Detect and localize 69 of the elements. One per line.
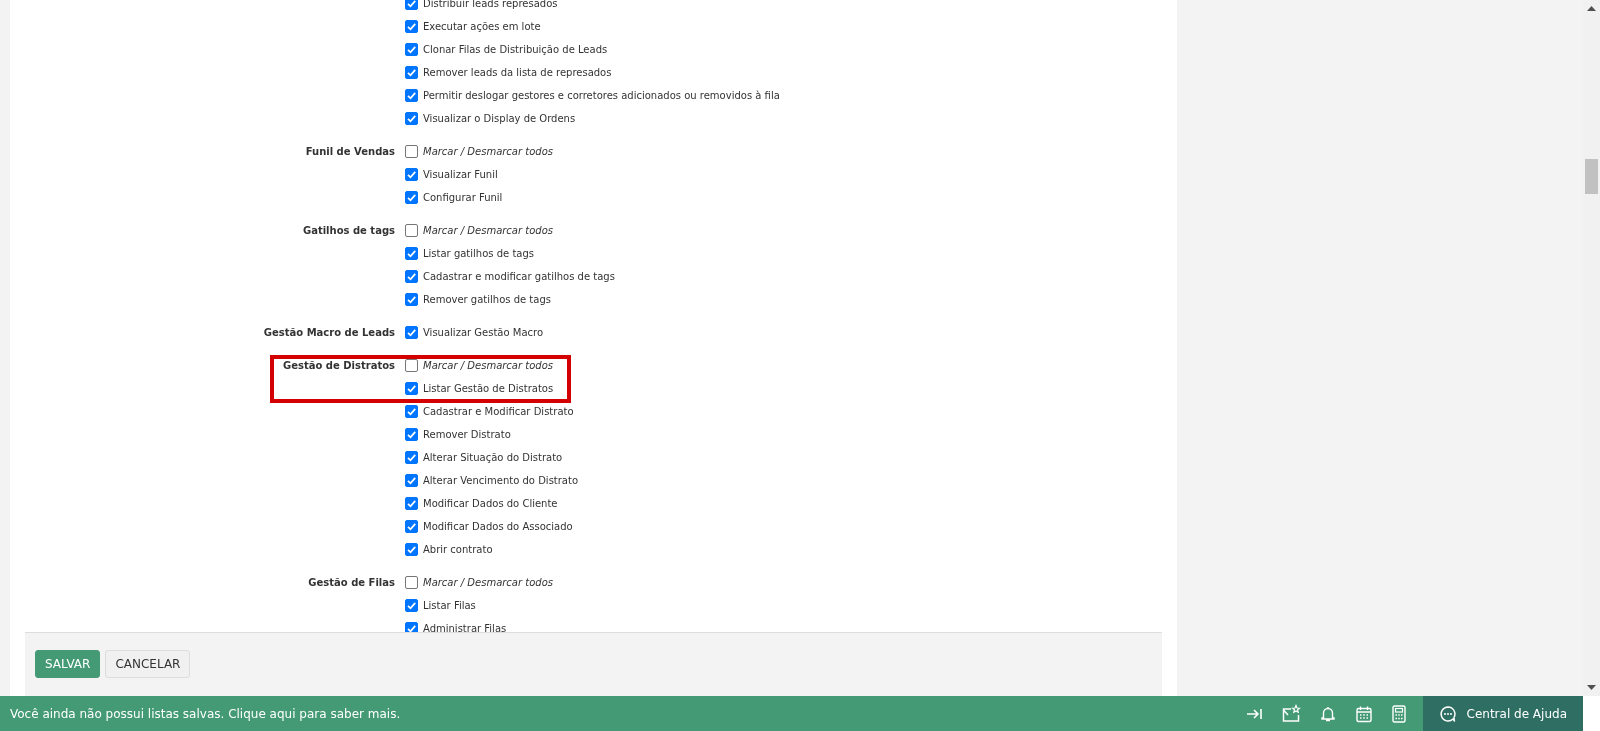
checkbox[interactable] — [405, 520, 418, 533]
calendar-icon[interactable] — [1354, 704, 1373, 723]
checkbox[interactable] — [405, 405, 418, 418]
scrollbar-thumb[interactable] — [1585, 159, 1598, 194]
checkbox[interactable] — [405, 191, 418, 204]
checkbox[interactable] — [405, 43, 418, 56]
group-label: Gestão de Filas — [308, 576, 395, 590]
checkbox[interactable] — [405, 247, 418, 260]
checkbox[interactable] — [405, 0, 418, 10]
group-label: Gestão Macro de Leads — [263, 326, 395, 340]
checkbox[interactable] — [405, 112, 418, 125]
checkbox[interactable] — [405, 326, 418, 339]
envelope-star-icon[interactable] — [1280, 703, 1301, 724]
permission-label: Cadastrar e modificar gatilhos de tags — [423, 271, 615, 282]
select-all-label: Marcar / Desmarcar todos — [423, 360, 553, 371]
checkbox[interactable] — [405, 599, 418, 612]
permission-label: Clonar Filas de Distribuição de Leads — [423, 44, 608, 55]
checkbox[interactable] — [405, 66, 418, 79]
checkbox[interactable] — [405, 168, 418, 181]
permission-label: Administrar Filas — [423, 623, 507, 632]
permission-label: Visualizar o Display de Ordens — [423, 113, 576, 124]
group-label: Funil de Vendas — [305, 145, 395, 159]
checkbox[interactable] — [405, 20, 418, 33]
permission-label: Remover Distrato — [423, 429, 511, 440]
permission-label: Listar Filas — [423, 600, 476, 611]
checkbox[interactable] — [405, 382, 418, 395]
permission-label: Modificar Dados do Associado — [423, 521, 573, 532]
permission-label: Remover gatilhos de tags — [423, 294, 551, 305]
select-all-label: Marcar / Desmarcar todos — [423, 577, 553, 588]
help-center-button[interactable]: Central de Ajuda — [1422, 696, 1583, 731]
group-label: Gestão de Distratos — [283, 359, 395, 373]
checkbox[interactable] — [405, 497, 418, 510]
cancel-button[interactable]: CANCELAR — [105, 650, 191, 678]
checkbox[interactable] — [405, 293, 418, 306]
checkbox[interactable] — [405, 224, 418, 237]
checkbox[interactable] — [405, 89, 418, 102]
permission-label: Alterar Vencimento do Distrato — [423, 475, 579, 486]
scrollbar[interactable] — [1583, 0, 1600, 696]
permission-label: Visualizar Funil — [423, 169, 498, 180]
permission-label: Configurar Funil — [423, 192, 503, 203]
permission-label: Executar ações em lote — [423, 21, 541, 32]
checkbox[interactable] — [405, 543, 418, 556]
saved-lists-message[interactable]: Você ainda não possui listas salvas. Clique aqui para saber mais. — [0, 706, 1245, 721]
checkbox[interactable] — [405, 451, 418, 464]
select-all-label: Marcar / Desmarcar todos — [423, 225, 553, 236]
checkbox[interactable] — [405, 359, 418, 372]
permission-label: Remover leads da lista de represados — [423, 67, 612, 78]
checkbox[interactable] — [405, 270, 418, 283]
calculator-icon[interactable] — [1390, 704, 1407, 723]
permission-label: Listar gatilhos de tags — [423, 248, 534, 259]
save-button[interactable]: SALVAR — [35, 650, 101, 678]
permission-label: Distribuir leads represados — [423, 0, 558, 9]
bell-icon[interactable] — [1318, 704, 1337, 723]
group-label: Gatilhos de tags — [302, 224, 395, 238]
permission-label: Alterar Situação do Distrato — [423, 452, 563, 463]
select-all-label: Marcar / Desmarcar todos — [423, 146, 553, 157]
checkbox[interactable] — [405, 576, 418, 589]
permission-label: Permitir deslogar gestores e corretores adicionados ou removidos à fila — [423, 90, 780, 101]
scroll-up-icon[interactable] — [1587, 6, 1596, 11]
checkbox[interactable] — [405, 474, 418, 487]
checkbox[interactable] — [405, 428, 418, 441]
permission-label: Abrir contrato — [423, 544, 493, 555]
permission-label: Cadastrar e Modificar Distrato — [423, 406, 574, 417]
scroll-down-icon[interactable] — [1587, 685, 1596, 690]
permission-label: Listar Gestão de Distratos — [423, 383, 554, 394]
chat-bubble-icon — [1438, 704, 1457, 723]
permission-label: Visualizar Gestão Macro — [423, 327, 544, 338]
permission-label: Modificar Dados do Cliente — [423, 498, 558, 509]
checkbox[interactable] — [405, 145, 418, 158]
